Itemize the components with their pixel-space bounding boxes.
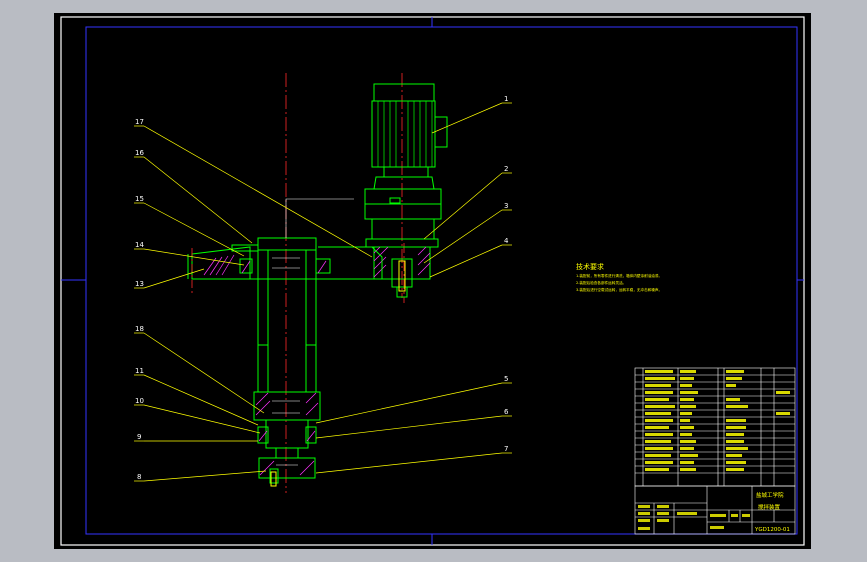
balloon-16: 16 — [135, 149, 144, 157]
flange-hatching — [203, 254, 327, 276]
balloon-13: 13 — [135, 280, 144, 288]
balloon-3: 3 — [504, 202, 508, 210]
technical-notes: 技术要求 1.装配前，所有零件进行清洗，箱体内壁涂耐油油漆。 2.装配后检查各部… — [576, 262, 662, 292]
balloon-15: 15 — [135, 195, 144, 203]
balloon-18: 18 — [135, 325, 144, 333]
bearing-hatching — [255, 392, 319, 476]
balloon-17: 17 — [135, 118, 144, 126]
cad-drawing: 1 2 3 4 5 6 7 8 9 10 11 13 14 15 16 17 1… — [60, 16, 805, 546]
dimension-lines — [272, 198, 354, 466]
balloon-1: 1 — [504, 95, 508, 103]
balloon-14: 14 — [135, 241, 144, 249]
leader-underlines — [134, 102, 512, 482]
motor — [364, 83, 448, 240]
company-name: 盐城工学院 — [756, 491, 784, 499]
drawing-name: 搅拌装置 — [758, 503, 781, 511]
agitator-cylinder — [257, 237, 317, 393]
balloon-4: 4 — [504, 237, 509, 245]
title-block-text: 盐城工学院 搅拌装置 YGD1200-01 — [754, 491, 790, 533]
balloon-7: 7 — [504, 445, 508, 453]
parts-list-entries — [645, 370, 790, 471]
balloon-5: 5 — [504, 375, 508, 383]
inner-border — [85, 26, 798, 535]
balloon-11: 11 — [135, 367, 144, 375]
notes-title: 技术要求 — [576, 262, 604, 271]
balloon-6: 6 — [504, 408, 509, 416]
balloon-2: 2 — [504, 165, 508, 173]
leader-lines — [143, 102, 503, 482]
notes-item-1: 1.装配前，所有零件进行清洗，箱体内壁涂耐油油漆。 — [576, 273, 662, 278]
drawing-number: YGD1200-01 — [754, 527, 790, 533]
title-block-fields — [638, 505, 750, 530]
drawing-sheet: 1 2 3 4 5 6 7 8 9 10 11 13 14 15 16 17 1… — [54, 13, 811, 549]
notes-item-3: 3.装配后进行空载试运转，运转平稳，无冲击和噪声。 — [576, 287, 662, 292]
bottom-pin — [270, 471, 277, 487]
balloon-9: 9 — [137, 433, 141, 441]
notes-item-2: 2.装配后检查各部件运转灵活。 — [576, 280, 626, 285]
balloon-8: 8 — [137, 473, 141, 481]
balloon-10: 10 — [135, 397, 144, 405]
